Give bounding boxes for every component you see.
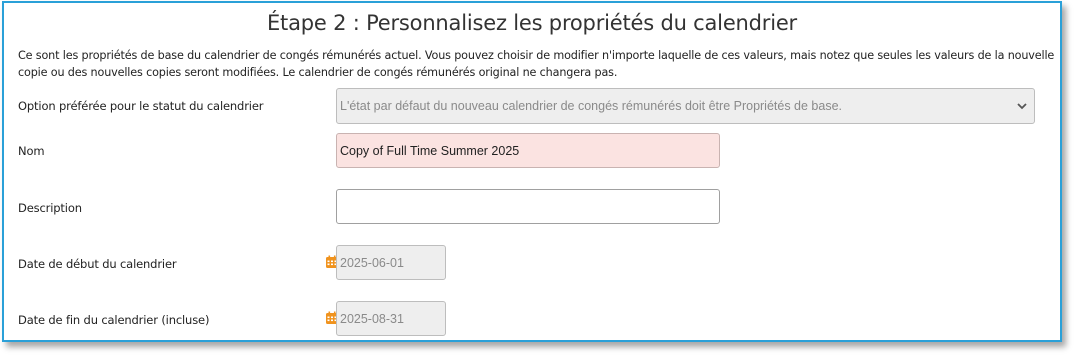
- start-date-label: Date de début du calendrier: [18, 257, 177, 271]
- intro-text: Ce sont les propriétés de base du calend…: [18, 49, 1055, 79]
- name-field-value: Copy of Full Time Summer 2025: [340, 143, 520, 158]
- page-title: Étape 2 : Personnalisez les propriétés d…: [266, 11, 797, 35]
- status-option-select[interactable]: L'état par défaut du nouveau calendrier …: [336, 88, 1035, 124]
- name-label: Nom: [18, 144, 45, 158]
- start-date-value: 2025-06-01: [340, 255, 404, 270]
- end-date-field[interactable]: 2025-08-31: [336, 301, 446, 336]
- start-date-field[interactable]: 2025-06-01: [336, 245, 446, 280]
- status-option-value: L'état par défaut du nouveau calendrier …: [340, 99, 843, 113]
- chevron-down-icon: [1017, 103, 1027, 110]
- name-field[interactable]: Copy of Full Time Summer 2025: [336, 133, 720, 168]
- description-field[interactable]: [336, 189, 720, 224]
- status-option-label: Option préférée pour le statut du calend…: [18, 99, 264, 113]
- description-label: Description: [18, 201, 82, 215]
- end-date-value: 2025-08-31: [340, 311, 404, 326]
- dialog-frame: Étape 2 : Personnalisez les propriétés d…: [2, 1, 1062, 342]
- end-date-label: Date de fin du calendrier (incluse): [18, 313, 210, 327]
